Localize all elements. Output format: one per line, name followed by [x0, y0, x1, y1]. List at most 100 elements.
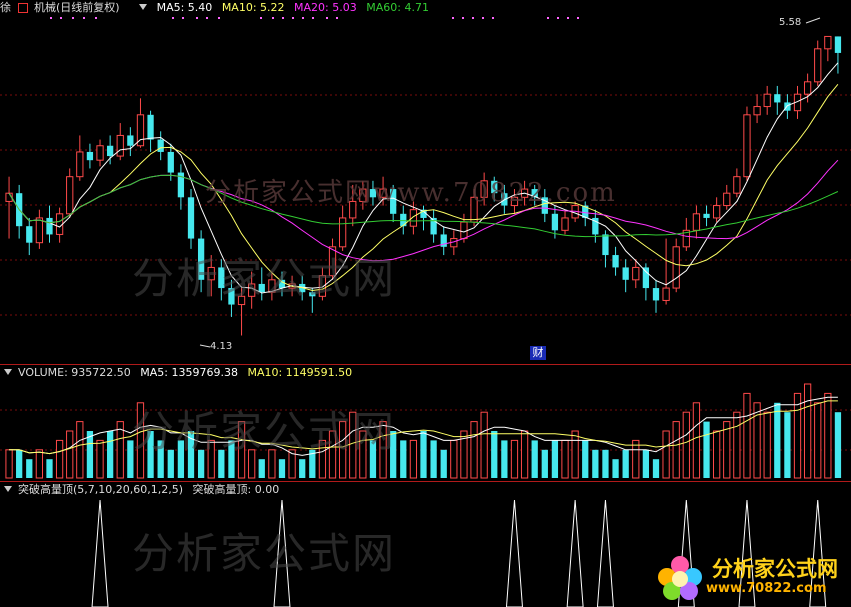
- event-dot: [172, 17, 174, 19]
- volume-bar-down: [592, 449, 599, 478]
- volume-bar-down: [440, 449, 447, 478]
- candle-body-down: [400, 213, 407, 227]
- site-logo: 分析家公式网 www.70822.com: [652, 551, 848, 605]
- candle-body-up: [672, 246, 680, 289]
- candle-body-up: [662, 287, 670, 301]
- volume-bar-up: [561, 439, 569, 479]
- volume-bar-down: [430, 440, 437, 478]
- volume-bar-up: [35, 449, 44, 479]
- candle-body-up: [338, 217, 347, 248]
- watermark-cn-1: 分析家公式网: [132, 254, 397, 303]
- dropdown-arrow-icon[interactable]: [4, 486, 12, 492]
- volume-bar-up: [672, 421, 680, 479]
- event-dot: [206, 17, 208, 19]
- event-dot: [72, 17, 74, 19]
- candle-body-up: [763, 93, 771, 108]
- event-dot: [302, 17, 304, 19]
- event-dot: [326, 17, 328, 19]
- volume-bar-up: [5, 449, 13, 479]
- volume-bar-up: [96, 439, 104, 479]
- volume-bar-down: [491, 431, 498, 478]
- event-dot: [182, 17, 184, 19]
- candle-body-up: [733, 176, 741, 194]
- candle-body-down: [551, 213, 559, 231]
- high-marker-arrow: [805, 17, 821, 24]
- candle-body-down: [187, 197, 195, 239]
- volume-bar-up: [793, 392, 802, 479]
- volume-bar-up: [743, 392, 751, 479]
- candle-body-up: [76, 151, 84, 178]
- volume-bar-up: [632, 439, 640, 479]
- volume-bar-up: [510, 439, 519, 479]
- volume-bar-down: [400, 440, 407, 478]
- volume-bar-down: [602, 449, 609, 478]
- event-dot: [292, 17, 294, 19]
- event-dot: [577, 17, 579, 19]
- volume-ma5: MA5: 1359769.38: [140, 366, 238, 379]
- watermark-cn-3: 分析家公式网: [132, 529, 397, 578]
- signal-spike: [91, 499, 109, 607]
- candle-body-down: [642, 267, 650, 289]
- volume-panel-header: VOLUME: 935722.50 MA5: 1359769.38 MA10: …: [0, 365, 358, 381]
- volume-bar-up: [76, 421, 84, 479]
- volume-bar-up: [662, 430, 670, 479]
- event-dot: [260, 17, 262, 19]
- candle-body-up: [692, 213, 701, 231]
- candle-body-down: [86, 151, 94, 161]
- candle-body-up: [824, 35, 832, 50]
- candle-body-up: [35, 217, 44, 244]
- event-dot: [482, 17, 484, 19]
- flower-logo-icon: [658, 556, 702, 600]
- volume-bar-down: [834, 412, 842, 478]
- candle-body-up: [723, 192, 731, 207]
- low-price-marker: 4.13: [210, 341, 233, 352]
- candle-body-up: [561, 217, 569, 231]
- volume-bar-down: [774, 402, 781, 478]
- candle-body-down: [834, 36, 842, 53]
- financial-event-badge[interactable]: 财: [530, 346, 546, 360]
- watermark-cn-2: 分析家公式网: [132, 407, 397, 456]
- event-dot: [218, 17, 220, 19]
- candle-body-down: [167, 151, 174, 173]
- volume-bar-down: [531, 440, 538, 478]
- volume-bar-down: [784, 412, 791, 478]
- volume-bar-up: [470, 421, 478, 479]
- signal-spike: [505, 499, 523, 607]
- candle-body-down: [147, 114, 154, 140]
- event-dot: [95, 17, 97, 19]
- candlestick-chart: [0, 17, 851, 607]
- candle-body-down: [784, 102, 791, 111]
- volume-bar-down: [652, 459, 660, 478]
- volume-bar-up: [450, 439, 458, 479]
- candle-body-down: [602, 234, 609, 256]
- candle-body-up: [713, 205, 721, 219]
- candle-body-down: [612, 255, 619, 268]
- volume-value: VOLUME: 935722.50: [18, 366, 131, 379]
- candle-body-down: [774, 94, 781, 103]
- volume-bar-down: [612, 459, 619, 478]
- volume-bar-down: [107, 431, 114, 478]
- candle-body-down: [26, 226, 33, 243]
- signal-spike: [596, 499, 614, 607]
- volume-bar-down: [26, 459, 33, 478]
- volume-bar-down: [420, 431, 427, 478]
- volume-bar-down: [86, 431, 94, 478]
- dropdown-arrow-icon[interactable]: [4, 369, 12, 375]
- event-dot: [83, 17, 85, 19]
- volume-bar-up: [733, 411, 741, 479]
- indicator-value: 突破高量顶: 0.00: [192, 483, 280, 496]
- volume-bar-up: [682, 411, 690, 479]
- candle-body-up: [116, 134, 124, 157]
- volume-bar-up: [480, 411, 488, 479]
- event-dot: [557, 17, 559, 19]
- volume-bar-up: [763, 411, 771, 479]
- volume-bar-down: [258, 459, 265, 478]
- volume-bar-up: [713, 430, 721, 479]
- indicator-panel-header: 突破高量顶(5,7,10,20,60,1,2,5) 突破高量顶: 0.00: [0, 482, 285, 498]
- event-dot: [472, 17, 474, 19]
- volume-bar-down: [501, 440, 508, 478]
- volume-bar-down: [299, 459, 306, 478]
- event-dot: [282, 17, 284, 19]
- candle-body-up: [743, 114, 751, 178]
- candle-body-up: [55, 213, 64, 235]
